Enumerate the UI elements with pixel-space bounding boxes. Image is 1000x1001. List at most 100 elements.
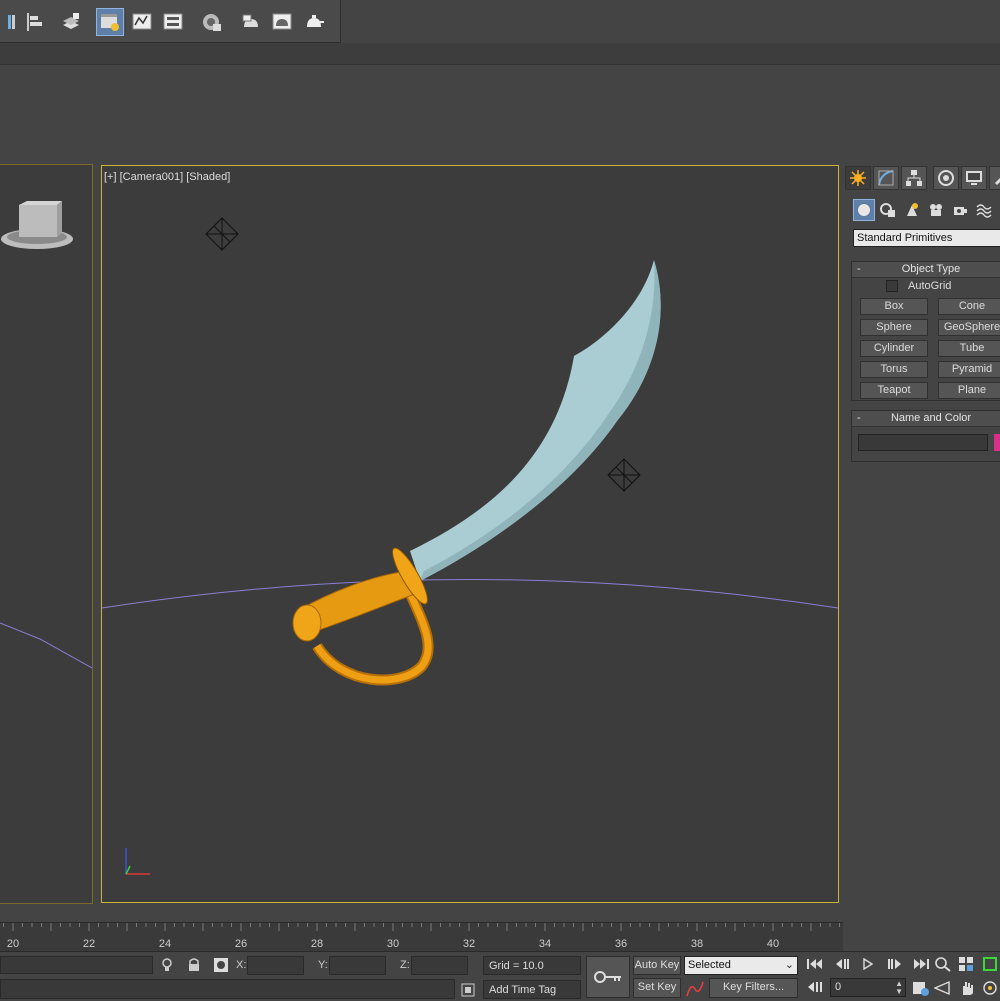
space-warps-icon[interactable] [973, 199, 995, 221]
pyramid-button[interactable]: Pyramid [938, 361, 1000, 378]
object-name-field[interactable] [858, 434, 988, 451]
timeline-tick-label: 30 [387, 938, 399, 950]
key-filters-button[interactable]: Key Filters... [709, 978, 798, 998]
material-editor-icon[interactable] [198, 8, 226, 36]
key-set-dropdown[interactable]: Selected ⌄ [684, 956, 798, 975]
y-label: Y: [318, 959, 328, 971]
timeline-ruler[interactable]: 20 22 24 26 28 30 32 34 36 38 40 [0, 922, 843, 951]
object-type-header[interactable]: - Object Type [852, 262, 1000, 278]
autogrid-checkbox[interactable] [886, 280, 898, 292]
sphere-button[interactable]: Sphere [860, 319, 928, 336]
zoom-icon[interactable] [934, 956, 952, 975]
lock-icon[interactable] [187, 957, 201, 976]
left-viewport-scene [0, 201, 92, 669]
add-time-tag-button[interactable]: Add Time Tag [483, 980, 581, 999]
go-to-end-icon[interactable] [912, 958, 930, 973]
go-to-start-icon[interactable] [806, 958, 824, 973]
timeline-tick-label: 28 [311, 938, 323, 950]
prompt-line [0, 979, 455, 999]
orbit-icon[interactable] [982, 980, 1000, 999]
y-coordinate-field[interactable] [329, 956, 386, 975]
chevron-down-icon: ⌄ [784, 959, 794, 971]
curve-editor-icon[interactable] [128, 8, 156, 36]
object-color-swatch[interactable] [994, 434, 1000, 451]
auto-key-button[interactable]: Auto Key [633, 956, 681, 975]
rendered-frame-icon[interactable] [268, 8, 296, 36]
time-config-icon[interactable] [912, 980, 930, 999]
lights-icon[interactable] [901, 199, 923, 221]
maxscript-listener-field[interactable] [0, 956, 153, 974]
utilities-icon[interactable] [989, 166, 1000, 190]
name-color-rollout: - Name and Color [851, 410, 1000, 462]
category-dropdown[interactable]: Standard Primitives [853, 229, 1000, 247]
layer-manager-icon[interactable] [56, 8, 84, 36]
collapse-icon[interactable]: - [857, 262, 861, 277]
scene-explorer-icon[interactable] [96, 8, 124, 36]
timeline-tick-label: 36 [615, 938, 627, 950]
hierarchy-icon[interactable] [901, 166, 927, 190]
isolate-icon[interactable] [160, 957, 174, 976]
timeline-tick-label: 20 [7, 938, 19, 950]
helpers-icon[interactable] [949, 199, 971, 221]
timeline-tick-label: 40 [767, 938, 779, 950]
object-type-title: Object Type [901, 263, 961, 275]
display-icon[interactable] [961, 166, 987, 190]
axis-tripod-icon [125, 848, 150, 875]
timeline-tick-label: 22 [83, 938, 95, 950]
align-icon[interactable] [20, 8, 48, 36]
current-frame-field[interactable]: 0 ▲ ▼ [830, 978, 906, 997]
object-type-rollout: - Object Type AutoGrid Box Cone Sphere G… [851, 261, 1000, 401]
shapes-icon[interactable] [877, 199, 899, 221]
teapot-button[interactable]: Teapot [860, 382, 928, 399]
name-color-header[interactable]: - Name and Color [852, 411, 1000, 427]
status-bar: X: Y: Z: Grid = 10.0 Add Time Tag Auto K… [0, 951, 1000, 1001]
render-setup-icon[interactable] [237, 8, 265, 36]
grid-size-display: Grid = 10.0 [483, 956, 581, 975]
previous-frame-icon[interactable] [833, 958, 851, 973]
zoom-extents-icon[interactable] [982, 956, 1000, 975]
transform-mode-icon[interactable] [213, 957, 229, 976]
geometry-icon[interactable] [853, 199, 875, 221]
light-icon [607, 458, 641, 492]
plane-button[interactable]: Plane [938, 382, 1000, 399]
key-set-value: Selected [688, 959, 731, 971]
key-mode-toggle-icon[interactable] [806, 980, 824, 997]
curve-filter-icon[interactable] [686, 980, 706, 1001]
current-frame-value: 0 [835, 981, 842, 993]
x-label: X: [236, 959, 247, 971]
geosphere-button[interactable]: GeoSphere [938, 319, 1000, 336]
key-mode-icon[interactable] [586, 956, 630, 998]
create-icon[interactable] [845, 166, 871, 190]
cylinder-button[interactable]: Cylinder [860, 340, 928, 357]
schematic-view-icon[interactable] [159, 8, 187, 36]
saber-hilt [292, 547, 434, 686]
zoom-all-icon[interactable] [958, 956, 976, 975]
spinner-icon[interactable]: ▲ ▼ [895, 980, 903, 996]
z-coordinate-field[interactable] [411, 956, 468, 975]
render-icon[interactable] [300, 8, 328, 36]
viewport-navigation [933, 956, 1000, 1000]
timeline-tick-label: 26 [235, 938, 247, 950]
light-icon [205, 217, 239, 251]
viewport-layout-icon[interactable] [0, 8, 22, 36]
box-button[interactable]: Box [860, 298, 928, 315]
time-tag-icon[interactable] [461, 983, 475, 1000]
field-of-view-icon[interactable] [933, 980, 952, 999]
pan-icon[interactable] [958, 980, 976, 999]
camera-viewport[interactable]: [+] [Camera001] [Shaded] [101, 165, 839, 903]
torus-button[interactable]: Torus [860, 361, 928, 378]
collapse-icon[interactable]: - [857, 411, 861, 426]
timeline-tick-label: 34 [539, 938, 551, 950]
cameras-icon[interactable] [925, 199, 947, 221]
main-toolbar [0, 0, 341, 43]
left-viewport[interactable] [0, 164, 93, 904]
x-coordinate-field[interactable] [247, 956, 304, 975]
play-icon[interactable] [859, 957, 877, 973]
timeline-tick-label: 24 [159, 938, 171, 950]
tube-button[interactable]: Tube [938, 340, 1000, 357]
cone-button[interactable]: Cone [938, 298, 1000, 315]
next-frame-icon[interactable] [886, 958, 904, 973]
modify-icon[interactable] [873, 166, 899, 190]
set-key-button[interactable]: Set Key [633, 978, 681, 998]
motion-icon[interactable] [933, 166, 959, 190]
